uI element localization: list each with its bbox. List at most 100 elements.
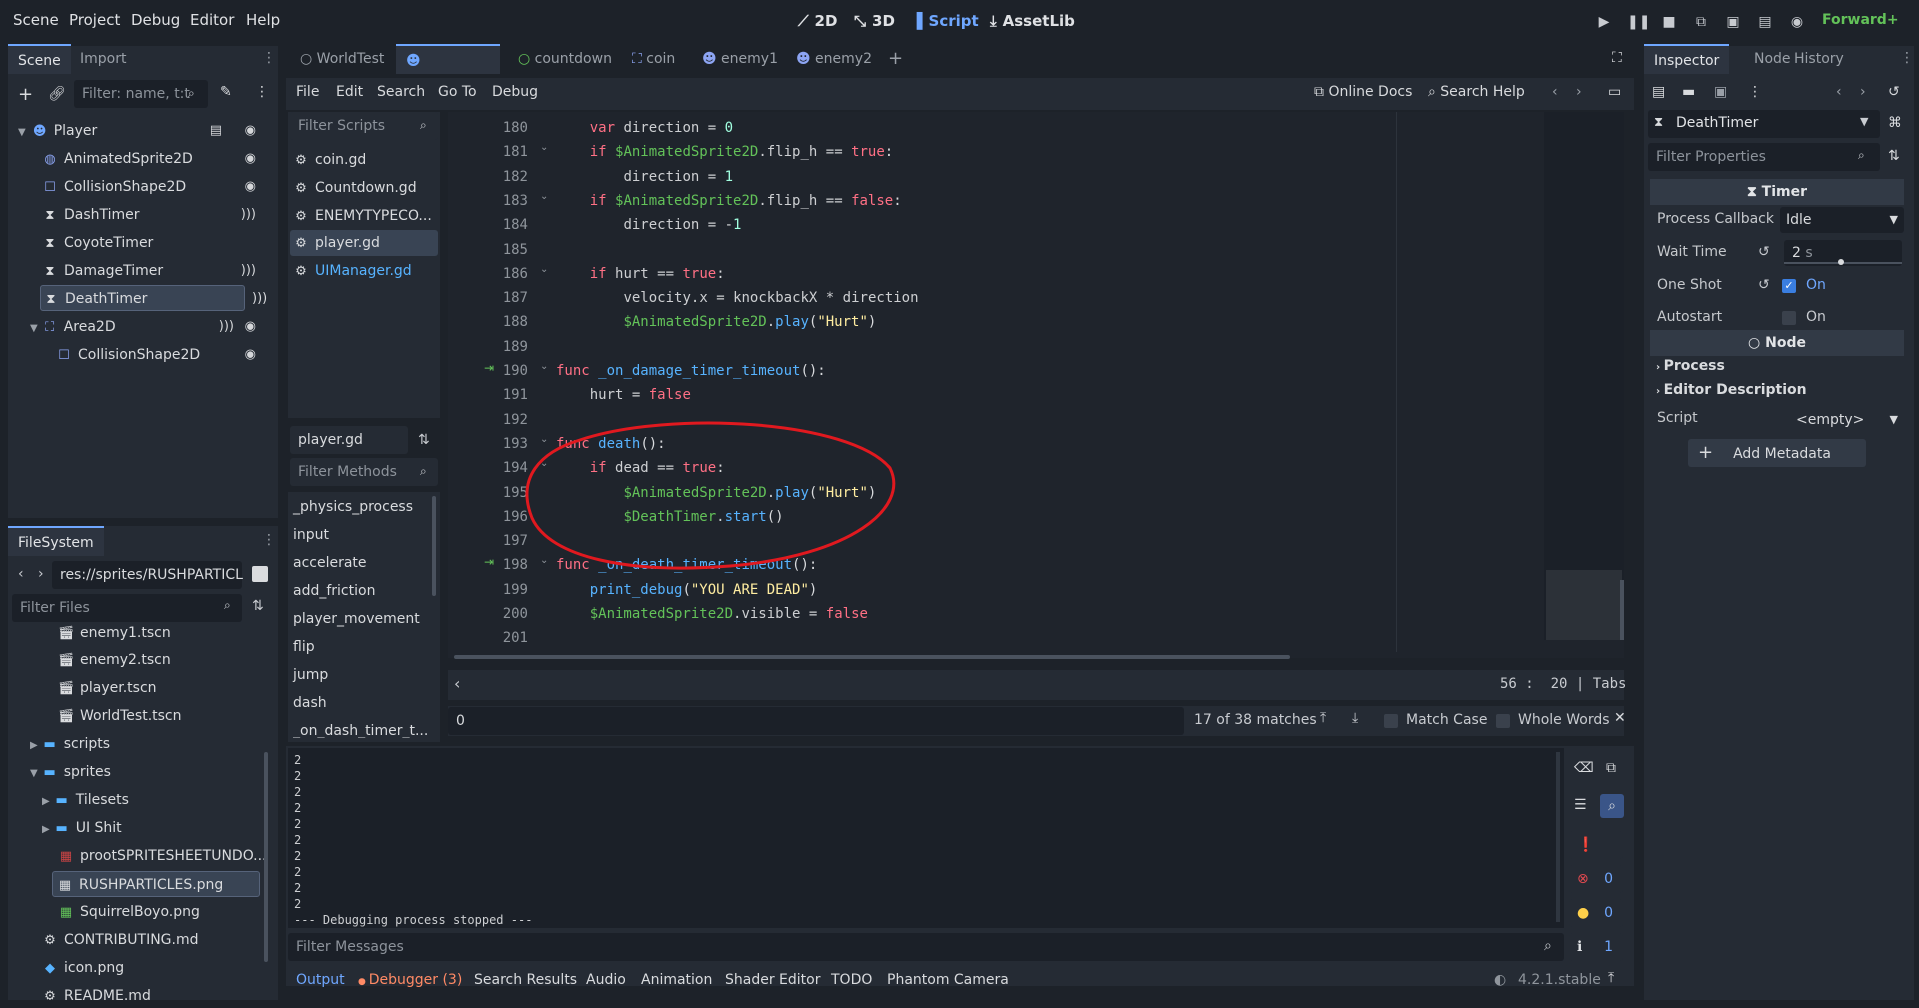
back-icon[interactable]: ‹	[18, 566, 24, 582]
method-item[interactable]: add_friction	[293, 578, 375, 604]
tab-debugger[interactable]: ● Debugger (3)	[358, 972, 462, 988]
forward-icon[interactable]: ›	[38, 566, 44, 582]
messages-count[interactable]: ❗572	[1569, 831, 1623, 881]
errors-count[interactable]: ⊗ 0	[1569, 865, 1623, 893]
file-item[interactable]: 🎬︎ player.tscn	[58, 675, 157, 701]
open-folder-icon[interactable]: ▬	[1682, 84, 1695, 100]
filter-files-input[interactable]: Filter Files	[12, 594, 242, 622]
code-line[interactable]: $AnimatedSprite2D.visible = false	[556, 602, 868, 626]
tree-node-damagetimer[interactable]: ⧗ DamageTimer)))	[42, 258, 270, 284]
folder-item[interactable]: ▼ ▬ sprites	[30, 759, 111, 785]
revert-icon[interactable]: ↺	[1758, 277, 1770, 293]
clear-output-icon[interactable]: ⌫	[1574, 760, 1594, 776]
signal-connection-icon[interactable]: ⇥	[484, 361, 494, 375]
tree-node-dashtimer[interactable]: ⧗ DashTimer)))	[42, 202, 270, 228]
script-item[interactable]: ⚙ ENEMYTYPECO...	[293, 203, 432, 229]
search-toggle-icon[interactable]: ⌕	[1600, 794, 1624, 818]
add-metadata-button[interactable]: + Add Metadata	[1688, 439, 1866, 467]
previous-match-icon[interactable]: ⤒	[1320, 710, 1326, 726]
signal-icon[interactable]: )))	[219, 314, 234, 340]
tab-phantom-camera[interactable]: Phantom Camera	[887, 972, 1009, 988]
scrollbar[interactable]	[1620, 580, 1624, 640]
fold-arrow-icon[interactable]: ⌄	[540, 191, 548, 202]
tab-coin[interactable]: ⛶ coin	[622, 44, 685, 74]
attach-script-icon[interactable]: ✎	[220, 84, 232, 100]
scrollbar[interactable]	[264, 752, 268, 962]
filter-messages-input[interactable]: Filter Messages	[288, 933, 1564, 961]
tab-enemy2[interactable]: ☻ enemy2	[786, 44, 882, 74]
code-line[interactable]: if $AnimatedSprite2D.flip_h == true:	[556, 140, 894, 164]
slider-grabber[interactable]	[1838, 259, 1844, 265]
workspace-3d[interactable]: ⤡ 3D	[854, 12, 895, 30]
next-script-icon[interactable]: ›	[1576, 84, 1582, 100]
filter-methods-input[interactable]: Filter Methods	[290, 458, 438, 486]
code-line[interactable]: direction = 1	[556, 165, 733, 189]
revert-icon[interactable]: ↺	[1758, 244, 1770, 260]
fold-arrow-icon[interactable]: ⌄	[540, 361, 548, 372]
tab-audio[interactable]: Audio	[586, 972, 626, 988]
toggle-split-icon[interactable]	[252, 566, 268, 582]
section-node[interactable]: ○ Node	[1650, 330, 1904, 356]
menu-debug[interactable]: Debug	[131, 11, 180, 29]
tab-enemy1[interactable]: ☻ enemy1	[692, 44, 788, 74]
code-line[interactable]: if hurt == true:	[556, 262, 725, 286]
menu-project[interactable]: Project	[69, 11, 120, 29]
visibility-eye-icon[interactable]: ◉	[245, 342, 256, 368]
visibility-eye-icon[interactable]: ◉	[245, 174, 256, 200]
tab-worldtest[interactable]: ○ WorldTest	[290, 44, 394, 74]
code-line[interactable]: direction = -1	[556, 213, 741, 237]
more-options-icon[interactable]: ⋮	[1748, 84, 1762, 100]
fullscreen-icon[interactable]: ⛶	[1612, 50, 1622, 66]
section-timer[interactable]: ⧗ Timer	[1650, 179, 1904, 205]
dock-menu-icon[interactable]: ⋮	[262, 532, 276, 548]
toggle-scripts-panel-icon[interactable]: ‹	[454, 674, 460, 693]
file-item[interactable]: ▦ SquirrelBoyo.png	[58, 899, 200, 925]
new-resource-icon[interactable]: ▤	[1652, 84, 1665, 100]
folder-item[interactable]: ▶ ▬ UI Shit	[42, 815, 122, 841]
sort-icon[interactable]: ⇅	[418, 432, 430, 448]
editor-description-group[interactable]: › Editor Description	[1656, 382, 1807, 398]
tab-history[interactable]: History	[1784, 44, 1854, 74]
play-custom-scene-icon[interactable]: ▤	[1755, 12, 1775, 32]
method-item[interactable]: _physics_process	[293, 494, 413, 520]
tree-node-deathtimer[interactable]: ⧗ DeathTimer	[40, 285, 245, 311]
workspace-script[interactable]: ▐ Script	[911, 12, 979, 30]
script-item[interactable]: ⚙ UIManager.gd	[293, 258, 412, 284]
signal-icon[interactable]: )))	[252, 291, 267, 306]
forward-icon[interactable]: ›	[1860, 84, 1866, 100]
code-line[interactable]: var direction = 0	[556, 116, 733, 140]
method-item[interactable]: jump	[293, 662, 328, 688]
file-item[interactable]: ⚙ CONTRIBUTING.md	[42, 927, 198, 953]
tree-node-area2d[interactable]: ▼ ⛶ Area2D))) ◉	[30, 314, 270, 340]
minimap[interactable]	[1544, 112, 1624, 640]
visibility-eye-icon[interactable]: ◉	[245, 314, 256, 340]
script-item[interactable]: ⚙ coin.gd	[293, 147, 366, 173]
tab-shader-editor[interactable]: Shader Editor	[725, 972, 820, 988]
tab-search-results[interactable]: Search Results	[474, 972, 577, 988]
sort-icon[interactable]: ⇅	[252, 598, 264, 614]
code-line[interactable]: velocity.x = knockbackX * direction	[556, 286, 918, 310]
save-icon[interactable]: ▣	[1714, 84, 1727, 100]
process-group[interactable]: › Process	[1656, 358, 1725, 374]
menu-scene[interactable]: Scene	[13, 11, 59, 29]
method-item[interactable]: player_movement	[293, 606, 420, 632]
folder-item[interactable]: ▶ ▬ scripts	[30, 731, 110, 757]
file-item[interactable]: ⚙ README.md	[42, 983, 151, 1000]
script-attached-icon[interactable]: ▤	[210, 118, 222, 144]
code-line[interactable]: hurt = false	[556, 383, 691, 407]
tree-node-collisionshape2d-area[interactable]: ☐ CollisionShape2D ◉	[56, 342, 270, 368]
find-input[interactable]: 0	[448, 707, 1184, 735]
method-item[interactable]: _on_dash_timer_t...	[293, 718, 428, 738]
tab-import[interactable]: Import	[70, 44, 136, 74]
file-item[interactable]: 🎬︎ enemy2.tscn	[58, 647, 171, 673]
menu-editor[interactable]: Editor	[190, 11, 234, 29]
visibility-eye-icon[interactable]: ◉	[245, 146, 256, 172]
file-item[interactable]: ▦ prootSPRITESHEETUNDO...	[58, 843, 267, 869]
filter-properties-input[interactable]: Filter Properties	[1648, 143, 1880, 171]
process-callback-select[interactable]: Idle ▼	[1780, 207, 1904, 233]
next-match-icon[interactable]: ⤓	[1352, 710, 1358, 726]
autostart-checkbox[interactable]	[1782, 311, 1796, 325]
file-item[interactable]: 🎬︎ WorldTest.tscn	[58, 703, 182, 729]
renderer-select[interactable]: Forward+	[1822, 12, 1899, 28]
script-menu-file[interactable]: File	[296, 84, 319, 100]
